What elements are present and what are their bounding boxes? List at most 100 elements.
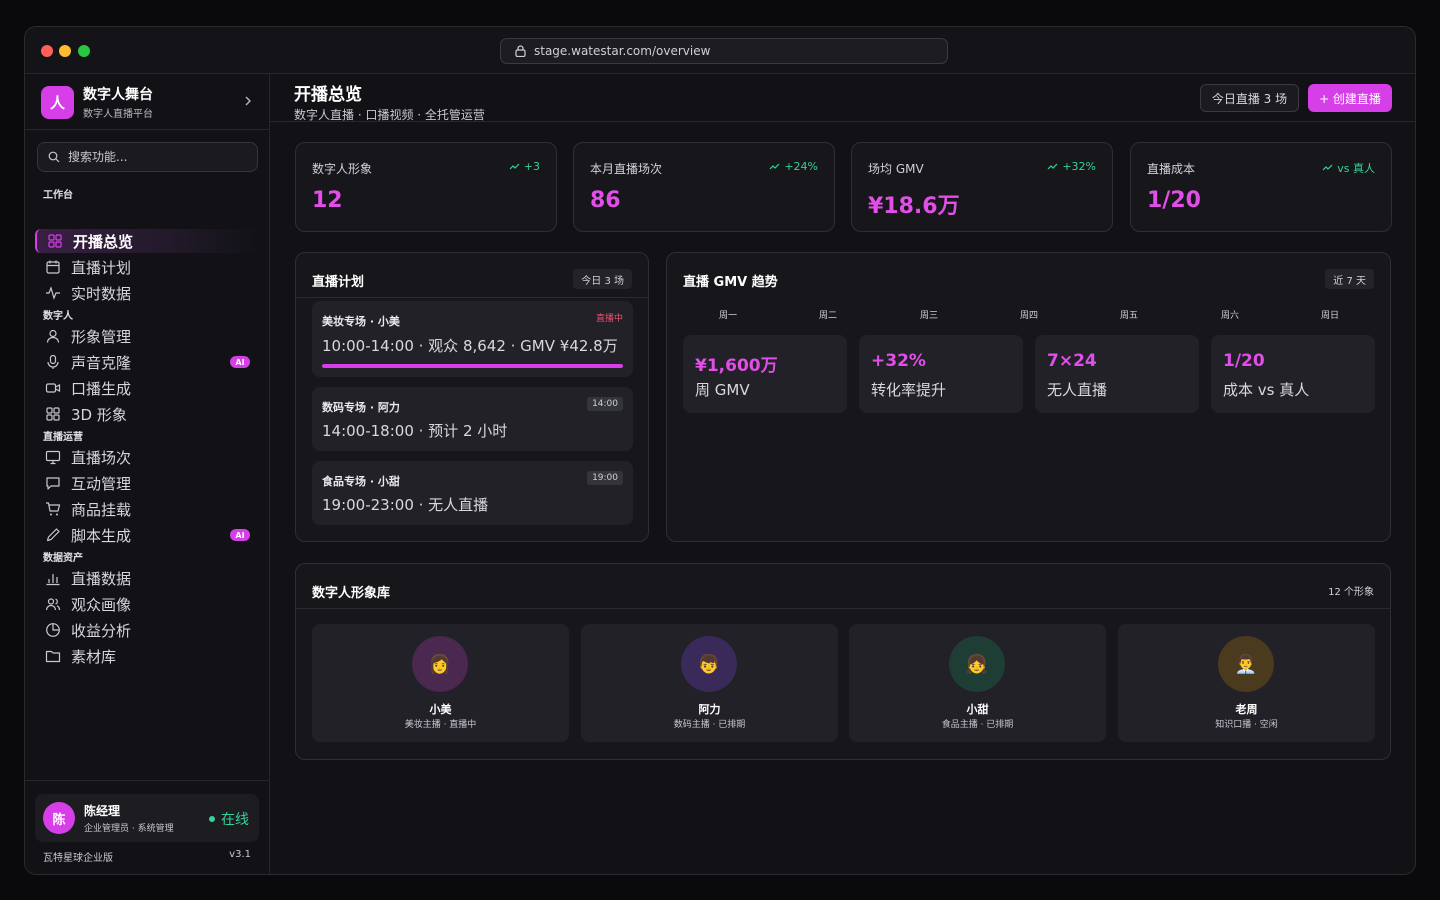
day-label: 周三 <box>919 311 938 321</box>
grid-icon <box>47 233 63 249</box>
sidebar-item-avatar-management[interactable]: 形象管理 <box>35 324 258 348</box>
sidebar-item-label: 素材库 <box>71 647 117 666</box>
user-icon <box>45 328 61 344</box>
status-dot-icon <box>209 816 215 822</box>
sidebar-item-products[interactable]: 商品挂载 <box>35 497 258 521</box>
bar-chart-icon <box>45 570 61 586</box>
sidebar-item-label: 直播数据 <box>71 569 132 588</box>
avatar-card[interactable]: 👩 小美 美妆主播 · 直播中 <box>312 624 569 742</box>
schedule-item[interactable]: 食品专场 · 小甜 19:00 19:00-23:00 · 无人直播 <box>312 461 633 525</box>
avatar-name: 小美 <box>429 703 452 716</box>
stat-delta: +3 <box>509 160 540 173</box>
kpi-label: 成本 vs 真人 <box>1223 381 1310 399</box>
avatar-status: 食品主播 · 已排期 <box>941 720 1014 730</box>
pen-icon <box>45 527 61 543</box>
today-live-button[interactable]: 今日直播 3 场 <box>1200 84 1299 112</box>
sidebar-item-revenue[interactable]: 收益分析 <box>35 618 258 642</box>
search-box[interactable] <box>37 142 258 172</box>
avatar-card[interactable]: 👧 小甜 食品主播 · 已排期 <box>849 624 1106 742</box>
search-input[interactable] <box>68 150 238 164</box>
stat-card-cost: 直播成本 vs 真人 1/20 <box>1130 142 1392 232</box>
sidebar-item-label: 收益分析 <box>71 621 132 640</box>
day-label: 周二 <box>818 311 837 321</box>
divider <box>270 121 1415 122</box>
ai-badge: AI <box>230 529 250 541</box>
progress-bar <box>322 364 623 368</box>
stat-value: 1/20 <box>1147 188 1201 213</box>
schedule-detail: 14:00-18:00 · 预计 2 小时 <box>322 422 508 440</box>
avatar-card[interactable]: 👨‍💼 老周 知识口播 · 空闲 <box>1118 624 1375 742</box>
browser-window: stage.watestar.com/overview 人 数字人舞台 数字人直… <box>24 26 1416 875</box>
sidebar: 人 数字人舞台 数字人直播平台 工作台 开播总览 直播计划 实时数据 数字人 <box>25 74 270 874</box>
sidebar-item-label: 互动管理 <box>71 474 132 493</box>
panel-title: 直播计划 <box>312 275 365 290</box>
sidebar-item-label: 实时数据 <box>71 284 132 303</box>
avatar-status: 数码主播 · 已排期 <box>673 720 746 730</box>
user-card[interactable]: 陈 陈经理 企业管理员 · 系统管理 在线 <box>35 794 259 842</box>
divider <box>25 129 270 130</box>
sidebar-item-live-sessions[interactable]: 直播场次 <box>35 445 258 469</box>
sidebar-item-realtime[interactable]: 实时数据 <box>35 281 258 305</box>
schedule-item[interactable]: 美妆专场 · 小美 直播中 10:00-14:00 · 观众 8,642 · G… <box>312 301 633 377</box>
sidebar-item-label: 直播计划 <box>71 258 132 277</box>
kpi-label: 周 GMV <box>695 381 750 399</box>
avatar-card[interactable]: 👦 阿力 数码主播 · 已排期 <box>581 624 838 742</box>
kpi-value: ¥1,600万 <box>695 356 778 376</box>
delta-text: +32% <box>1062 160 1096 173</box>
divider <box>25 780 270 781</box>
avatar-status: 美妆主播 · 直播中 <box>404 720 477 730</box>
sidebar-item-overview[interactable]: 开播总览 <box>35 229 258 253</box>
sidebar-item-label: 开播总览 <box>73 232 134 251</box>
status-text: 在线 <box>221 812 249 828</box>
sidebar-item-assets[interactable]: 素材库 <box>35 644 258 668</box>
avatar-portrait-icon: 👦 <box>681 636 737 692</box>
sidebar-item-live-data[interactable]: 直播数据 <box>35 566 258 590</box>
video-icon <box>45 380 61 396</box>
avatar: 陈 <box>43 802 75 834</box>
panel-title: 数字人形象库 <box>312 586 391 601</box>
panel-tag: 今日 3 场 <box>573 269 632 289</box>
trend-up-icon <box>509 163 520 169</box>
divider <box>296 297 648 298</box>
user-role: 企业管理员 · 系统管理 <box>84 824 174 834</box>
stat-label: 数字人形象 <box>312 162 373 176</box>
pie-icon <box>45 622 61 638</box>
title-bar: stage.watestar.com/overview <box>25 27 1415 74</box>
trend-up-icon <box>1047 163 1058 169</box>
stat-value: 12 <box>312 188 343 213</box>
delta-text: vs 真人 <box>1337 162 1375 175</box>
minimize-window-button[interactable] <box>59 45 71 57</box>
sidebar-item-script-gen[interactable]: 脚本生成 AI <box>35 523 258 547</box>
sidebar-item-label: 商品挂载 <box>71 500 132 519</box>
close-window-button[interactable] <box>41 45 53 57</box>
sidebar-item-voiceover[interactable]: 口播生成 <box>35 376 258 400</box>
sidebar-item-voice-clone[interactable]: 声音克隆 AI <box>35 350 258 374</box>
section-label-workbench: 工作台 <box>43 190 73 201</box>
stat-value: ¥18.6万 <box>868 194 960 219</box>
sidebar-item-schedule[interactable]: 直播计划 <box>35 255 258 279</box>
kpi-card: 1/20 成本 vs 真人 <box>1211 335 1375 413</box>
schedule-item[interactable]: 数码专场 · 阿力 14:00 14:00-18:00 · 预计 2 小时 <box>312 387 633 451</box>
section-label-live-ops: 直播运营 <box>43 432 83 443</box>
kpi-card: 7×24 无人直播 <box>1035 335 1199 413</box>
sidebar-item-3d-avatar[interactable]: 3D 形象 <box>35 402 258 426</box>
lock-icon <box>515 45 526 57</box>
maximize-window-button[interactable] <box>78 45 90 57</box>
online-status: 在线 <box>209 809 249 829</box>
stat-label: 场均 GMV <box>868 162 924 176</box>
address-bar[interactable]: stage.watestar.com/overview <box>500 38 948 64</box>
brand-subtitle: 数字人直播平台 <box>83 109 153 120</box>
sidebar-item-audience[interactable]: 观众画像 <box>35 592 258 616</box>
create-live-button[interactable]: + 创建直播 <box>1308 84 1392 112</box>
schedule-detail: 10:00-14:00 · 观众 8,642 · GMV ¥42.8万 <box>322 337 618 355</box>
chat-icon <box>45 475 61 491</box>
search-icon <box>48 151 60 163</box>
sidebar-item-label: 形象管理 <box>71 327 132 346</box>
brand-switcher[interactable]: 人 数字人舞台 数字人直播平台 <box>41 85 256 120</box>
chevron-right-icon <box>245 96 251 106</box>
sidebar-item-label: 声音克隆 <box>71 353 132 372</box>
sidebar-item-interaction[interactable]: 互动管理 <box>35 471 258 495</box>
progress-fill <box>322 364 623 368</box>
edition-label: 瓦特星球企业版 <box>43 853 113 864</box>
user-name: 陈经理 <box>84 804 121 818</box>
